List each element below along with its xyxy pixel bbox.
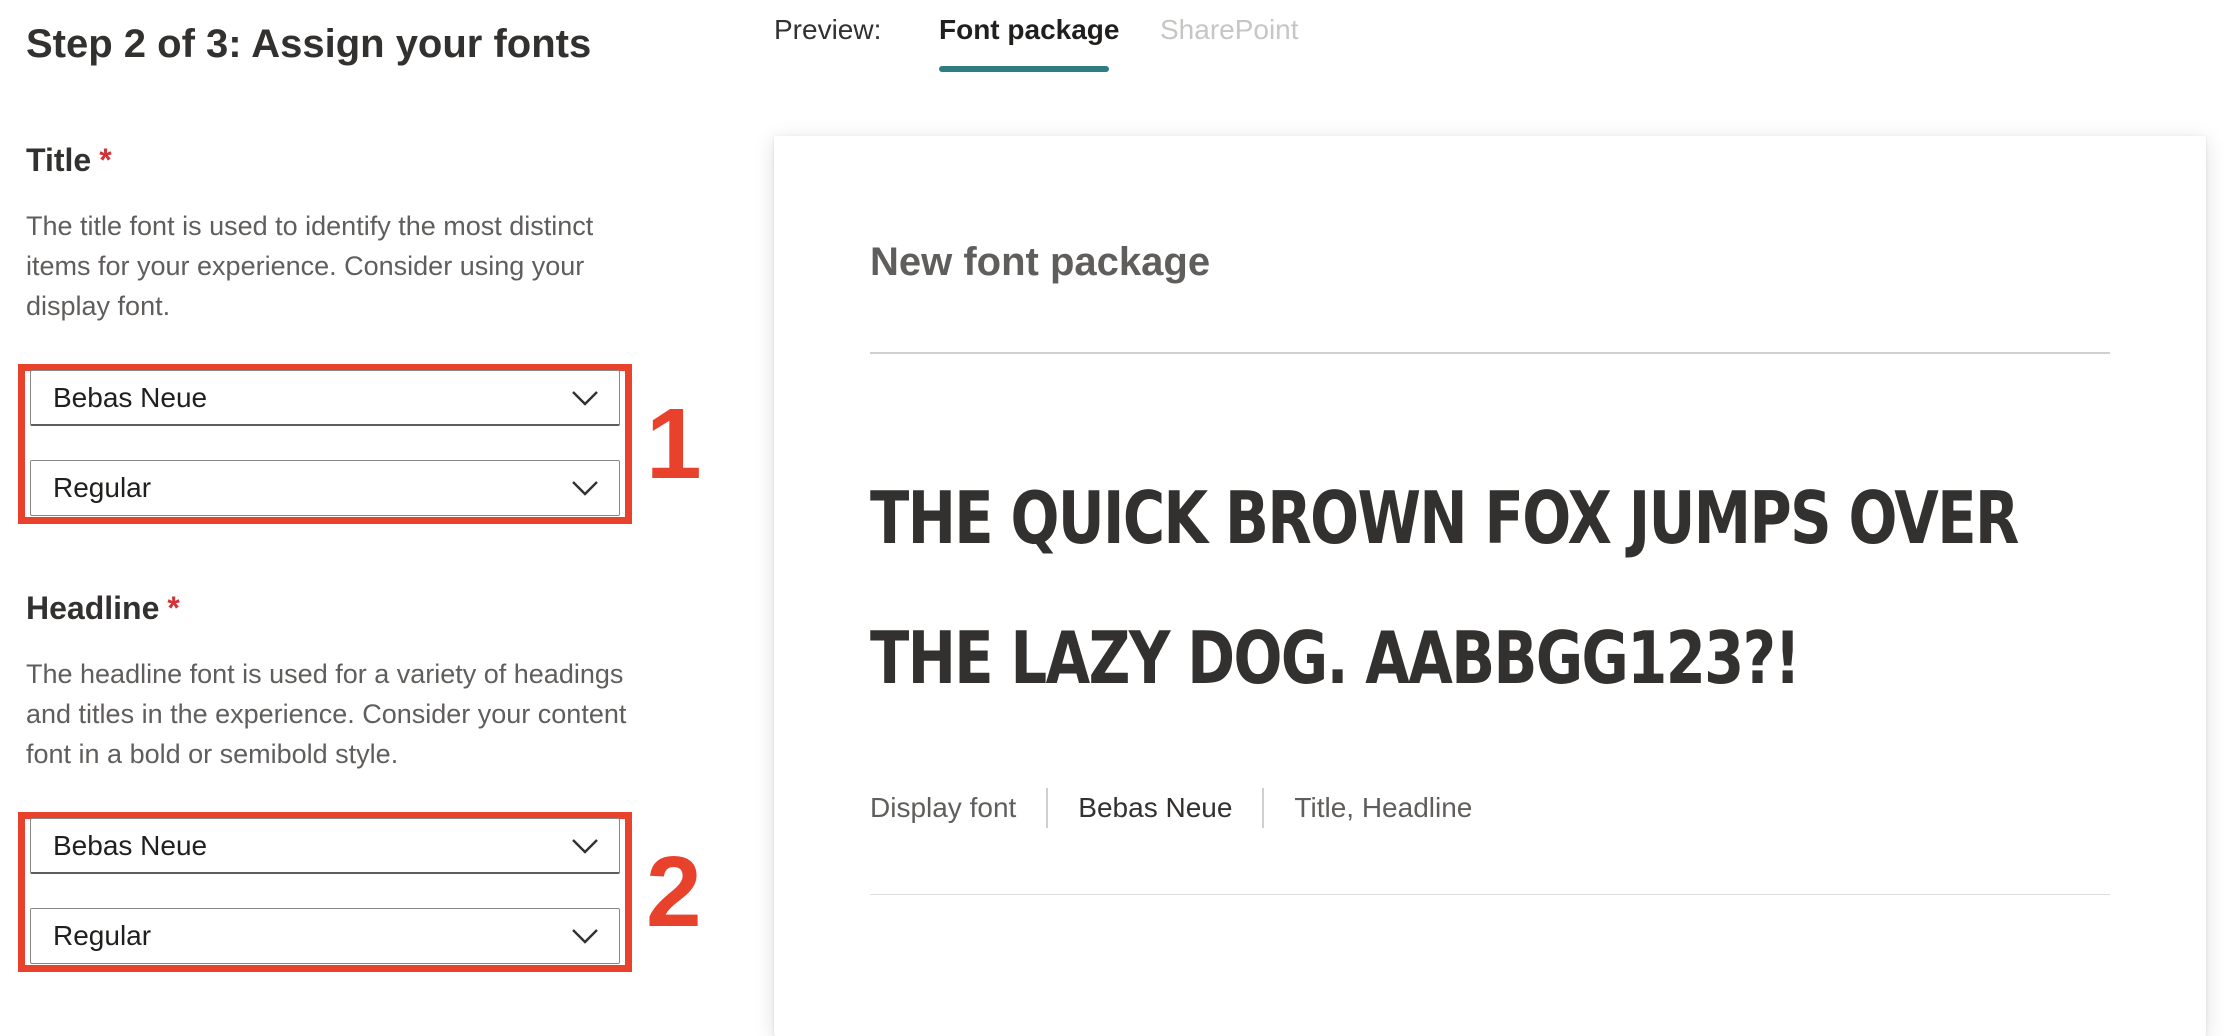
headline-font-style-value: Regular [53, 920, 152, 951]
chevron-down-icon [572, 481, 598, 496]
headline-font-family-dropdown[interactable]: Bebas Neue [30, 818, 620, 874]
title-font-style-value: Regular [53, 472, 152, 503]
required-indicator: * [99, 142, 112, 178]
preview-card: New font package THE QUICK BROWN FOX JUM… [774, 136, 2206, 1036]
font-role: Display font [870, 792, 1017, 823]
tab-font-package[interactable]: Font package [939, 14, 1119, 46]
headline-font-style-dropdown[interactable]: Regular [30, 908, 620, 964]
font-meta-row: Display font Bebas Neue Title, Headline [870, 786, 1472, 830]
title-font-style-dropdown[interactable]: Regular [30, 460, 620, 516]
callout-number-1: 1 [646, 388, 702, 500]
meta-separator [1262, 788, 1265, 828]
headline-description: The headline font is used for a variety … [26, 659, 627, 769]
font-sample-text: THE QUICK BROWN FOX JUMPS OVER THE LAZY … [870, 476, 2019, 700]
headline-font-family-value: Bebas Neue [53, 829, 208, 861]
required-indicator: * [167, 590, 180, 626]
font-name: Bebas Neue [1078, 792, 1233, 823]
chevron-down-icon [572, 838, 598, 854]
title-font-family-value: Bebas Neue [53, 381, 208, 413]
tab-sharepoint[interactable]: SharePoint [1160, 14, 1299, 46]
title-section-label: Title * [26, 142, 112, 179]
font-usage: Title, Headline [1294, 792, 1473, 823]
font-package-title: New font package [870, 240, 1211, 284]
headline-label-text: Headline [26, 590, 160, 626]
meta-separator [1046, 788, 1049, 828]
divider [870, 894, 2110, 895]
headline-section-label: Headline * [26, 590, 180, 627]
title-font-family-dropdown[interactable]: Bebas Neue [30, 370, 620, 426]
active-tab-indicator [939, 66, 1109, 72]
chevron-down-icon [572, 929, 598, 944]
callout-number-2: 2 [646, 836, 702, 948]
divider [870, 352, 2110, 354]
page-title: Step 2 of 3: Assign your fonts [26, 22, 592, 66]
preview-label: Preview: [774, 14, 882, 45]
title-label-text: Title [26, 142, 92, 178]
title-description: The title font is used to identify the m… [26, 211, 594, 321]
chevron-down-icon [572, 390, 598, 406]
